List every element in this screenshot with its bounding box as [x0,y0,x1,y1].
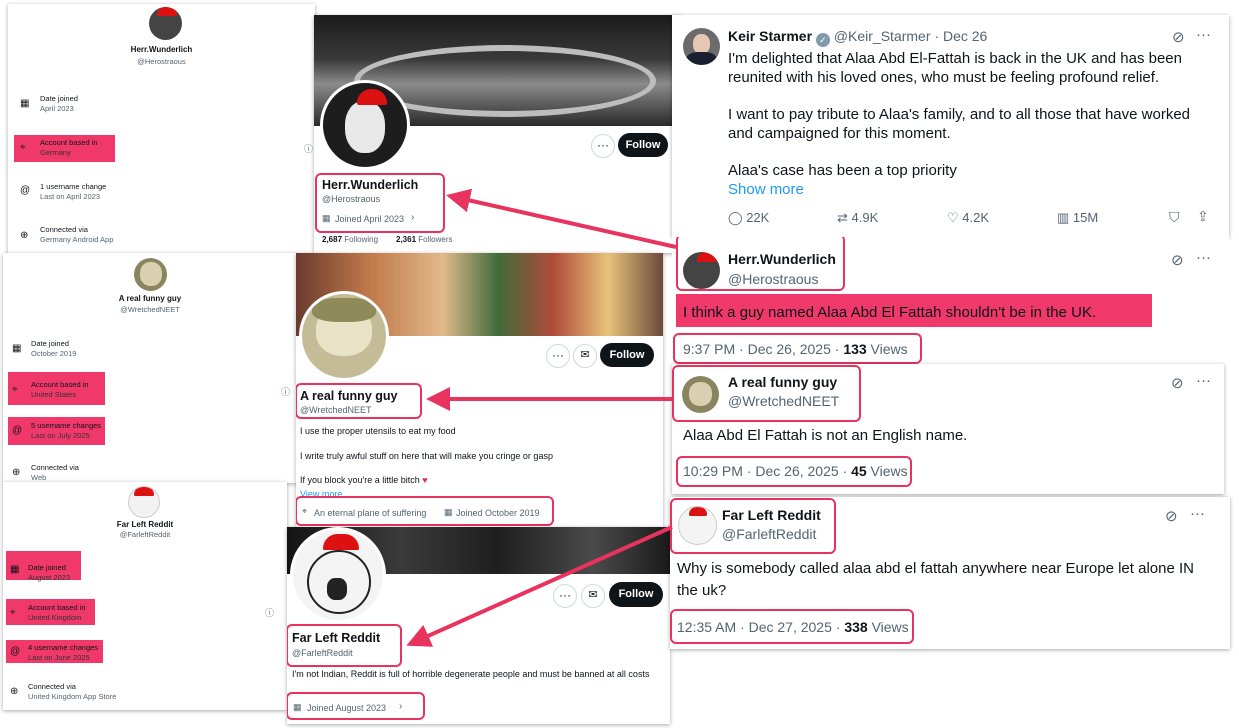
arrow [446,188,677,249]
arrow [406,525,673,647]
annotation-arrows [406,188,677,647]
